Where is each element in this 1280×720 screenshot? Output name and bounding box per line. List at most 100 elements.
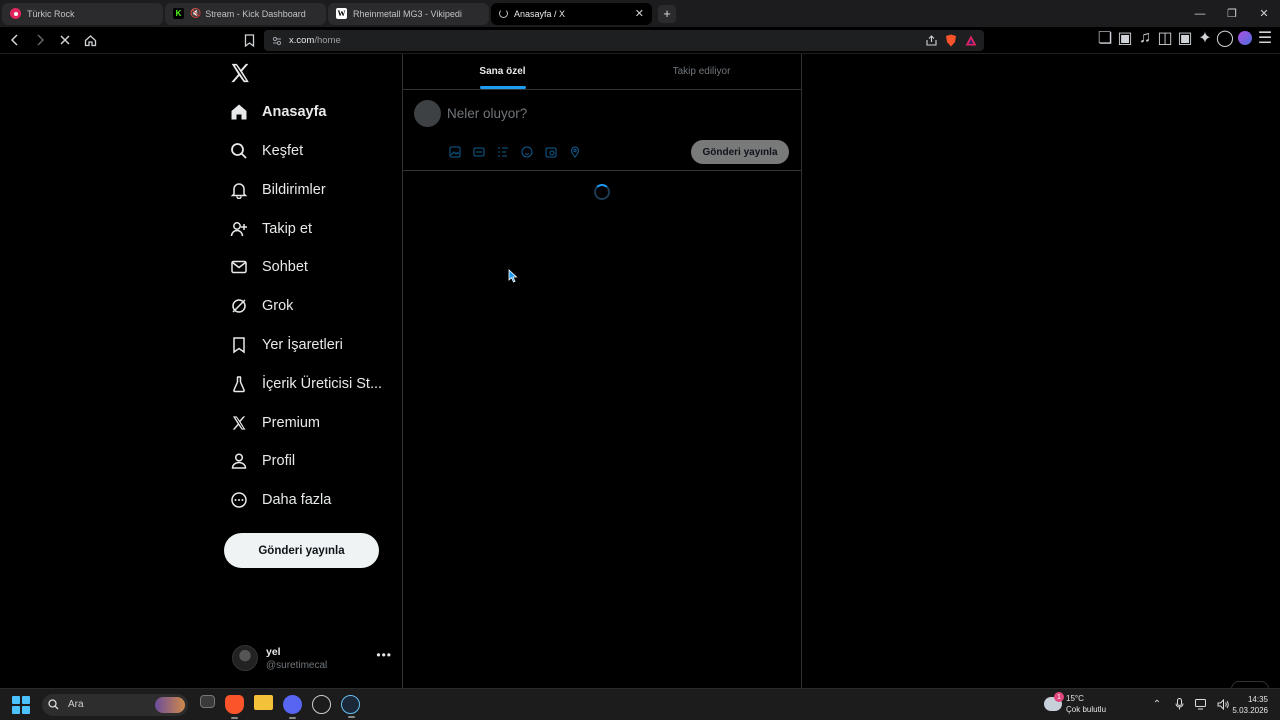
browser-tab[interactable]: K 🔇 Stream - Kick Dashboard xyxy=(165,2,326,25)
account-switcher[interactable]: yel @suretimecal ••• xyxy=(232,642,392,674)
site-settings-icon[interactable] xyxy=(269,33,285,49)
follow-icon xyxy=(230,220,248,238)
weather-temp: 15°C xyxy=(1066,694,1084,703)
tab-title: Anasayfa / X xyxy=(514,8,566,19)
brave-rewards-icon[interactable] xyxy=(964,33,978,47)
post-button[interactable]: Gönderi yayınla xyxy=(224,533,379,568)
muted-speaker-icon[interactable]: 🔇 xyxy=(190,8,201,19)
tab-search-icon[interactable]: ▣ xyxy=(1117,30,1132,47)
close-window-icon[interactable]: ✕ xyxy=(1248,0,1280,27)
account-info: yel @suretimecal xyxy=(266,646,327,671)
sidebar-item-creator-studio[interactable]: İçerik Üreticisi St... xyxy=(230,370,382,398)
sidebar-item-more[interactable]: Daha fazla xyxy=(230,486,331,514)
sidebar-item-premium[interactable]: Premium xyxy=(230,409,320,437)
system-tray: ⌃ xyxy=(1150,697,1230,711)
creator-studio-icon xyxy=(230,375,248,393)
sidebar-item-bookmarks[interactable]: Yer İşaretleri xyxy=(230,331,343,359)
avatar xyxy=(232,645,258,671)
tab-following[interactable]: Takip ediliyor xyxy=(602,54,801,89)
kick-favicon-icon: K xyxy=(173,8,184,19)
sidebar-item-label: Sohbet xyxy=(262,259,308,275)
tab-title: Türkic Rock xyxy=(27,8,75,19)
media-icon[interactable]: ♫ xyxy=(1138,29,1152,46)
sidebar-item-label: Grok xyxy=(262,298,294,314)
taskbar-search-placeholder: Ara xyxy=(68,699,84,710)
search-icon xyxy=(48,699,60,711)
close-tab-icon[interactable]: ✕ xyxy=(635,7,644,20)
browser-tab-active[interactable]: Anasayfa / X ✕ xyxy=(491,2,652,25)
schedule-icon[interactable] xyxy=(543,144,559,160)
tab-title: Stream - Kick Dashboard xyxy=(205,8,306,19)
sidebar-item-label: Anasayfa xyxy=(262,104,327,120)
brave-shields-icon[interactable] xyxy=(944,33,958,47)
steam-icon[interactable] xyxy=(341,695,360,718)
tab-for-you[interactable]: Sana özel xyxy=(403,54,602,89)
sidebar-item-notifications[interactable]: Bildirimler xyxy=(230,176,326,204)
sidebar-toggle-icon[interactable]: ◫ xyxy=(1157,30,1172,47)
poll-icon[interactable] xyxy=(495,144,511,160)
sidebar-item-grok[interactable]: Grok xyxy=(230,292,293,320)
more-circle-icon xyxy=(230,491,248,509)
menu-icon[interactable]: ☰ xyxy=(1258,30,1272,47)
composer-post-button[interactable]: Gönderi yayınla xyxy=(691,140,789,164)
wallet-icon[interactable]: ▣ xyxy=(1177,30,1192,47)
emoji-icon[interactable] xyxy=(519,144,535,160)
url-host: x.com xyxy=(289,35,315,46)
back-icon[interactable] xyxy=(5,30,25,50)
restore-icon[interactable]: ❐ xyxy=(1216,0,1248,27)
mail-icon xyxy=(230,258,248,276)
address-bar[interactable]: x.com/home xyxy=(264,30,984,51)
network-icon[interactable] xyxy=(1194,697,1208,711)
microphone-icon[interactable] xyxy=(1172,697,1186,711)
leo-ai-icon[interactable]: ✦ xyxy=(1198,30,1212,47)
sidebar-item-label: Premium xyxy=(262,415,321,431)
avatar[interactable] xyxy=(414,100,441,127)
sidebar-item-messages[interactable]: Sohbet xyxy=(230,253,308,281)
account-handle: @suretimecal xyxy=(266,659,328,671)
windows-start-icon[interactable] xyxy=(12,695,30,714)
loading-favicon-icon xyxy=(499,9,508,18)
browser-tab[interactable]: Türkic Rock xyxy=(2,2,163,25)
sidebar-item-home[interactable]: Anasayfa xyxy=(230,98,326,126)
left-sidebar: Anasayfa Keşfet Bildirimler Takip et Soh… xyxy=(220,54,402,688)
volume-icon[interactable] xyxy=(1216,697,1230,711)
media-icon[interactable] xyxy=(447,144,463,160)
taskbar-search[interactable]: Ara xyxy=(42,693,188,716)
task-view-icon[interactable] xyxy=(200,695,215,708)
sidebar-item-profile[interactable]: Profil xyxy=(230,447,295,475)
home-icon[interactable] xyxy=(80,30,100,50)
forward-icon[interactable] xyxy=(30,30,50,50)
more-horizontal-icon[interactable]: ••• xyxy=(376,648,392,662)
extensions-area: ❏ ▣ ♫ ◫ ▣ ✦ ◯ ☰ xyxy=(1098,29,1272,47)
bookmark-icon[interactable] xyxy=(240,31,258,49)
timeline-tabs: Sana özel Takip ediliyor xyxy=(403,54,801,90)
x-logo-icon[interactable] xyxy=(229,62,251,84)
sidebar-item-label: Bildirimler xyxy=(262,182,326,198)
chevron-up-icon[interactable]: ⌃ xyxy=(1150,697,1164,711)
share-icon[interactable] xyxy=(924,33,938,47)
gif-icon[interactable] xyxy=(471,144,487,160)
post-composer: Neler oluyor? Gönderi yayınla xyxy=(403,90,801,171)
sidebar-item-label: Keşfet xyxy=(262,143,304,159)
new-tab-button[interactable]: + xyxy=(658,4,676,23)
sidebar-item-label: Takip et xyxy=(262,221,312,237)
profile-avatar-icon[interactable] xyxy=(1238,31,1252,45)
compose-input[interactable]: Neler oluyor? xyxy=(447,106,527,121)
location-icon[interactable] xyxy=(567,144,583,160)
sidebar-item-explore[interactable]: Keşfet xyxy=(230,137,303,165)
vpn-icon[interactable]: ◯ xyxy=(1216,30,1234,47)
loading-spinner-icon xyxy=(594,184,610,200)
steelseries-icon[interactable] xyxy=(312,695,331,714)
brave-browser-icon[interactable] xyxy=(225,695,244,719)
file-explorer-icon[interactable] xyxy=(254,695,273,710)
extensions-icon[interactable]: ❏ xyxy=(1098,30,1112,47)
primary-column: Sana özel Takip ediliyor Neler oluyor? G… xyxy=(402,54,802,688)
system-clock[interactable]: 14:35 5.03.2026 xyxy=(1232,694,1268,716)
stop-loading-icon[interactable] xyxy=(55,30,75,50)
sidebar-item-follow[interactable]: Takip et xyxy=(230,215,312,243)
bookmark-icon xyxy=(230,336,248,354)
weather-badge: 1 xyxy=(1054,692,1064,702)
discord-icon[interactable] xyxy=(283,695,302,719)
minimize-icon[interactable]: — xyxy=(1184,0,1216,27)
browser-tab[interactable]: W Rheinmetall MG3 - Vikipedi xyxy=(328,2,489,25)
